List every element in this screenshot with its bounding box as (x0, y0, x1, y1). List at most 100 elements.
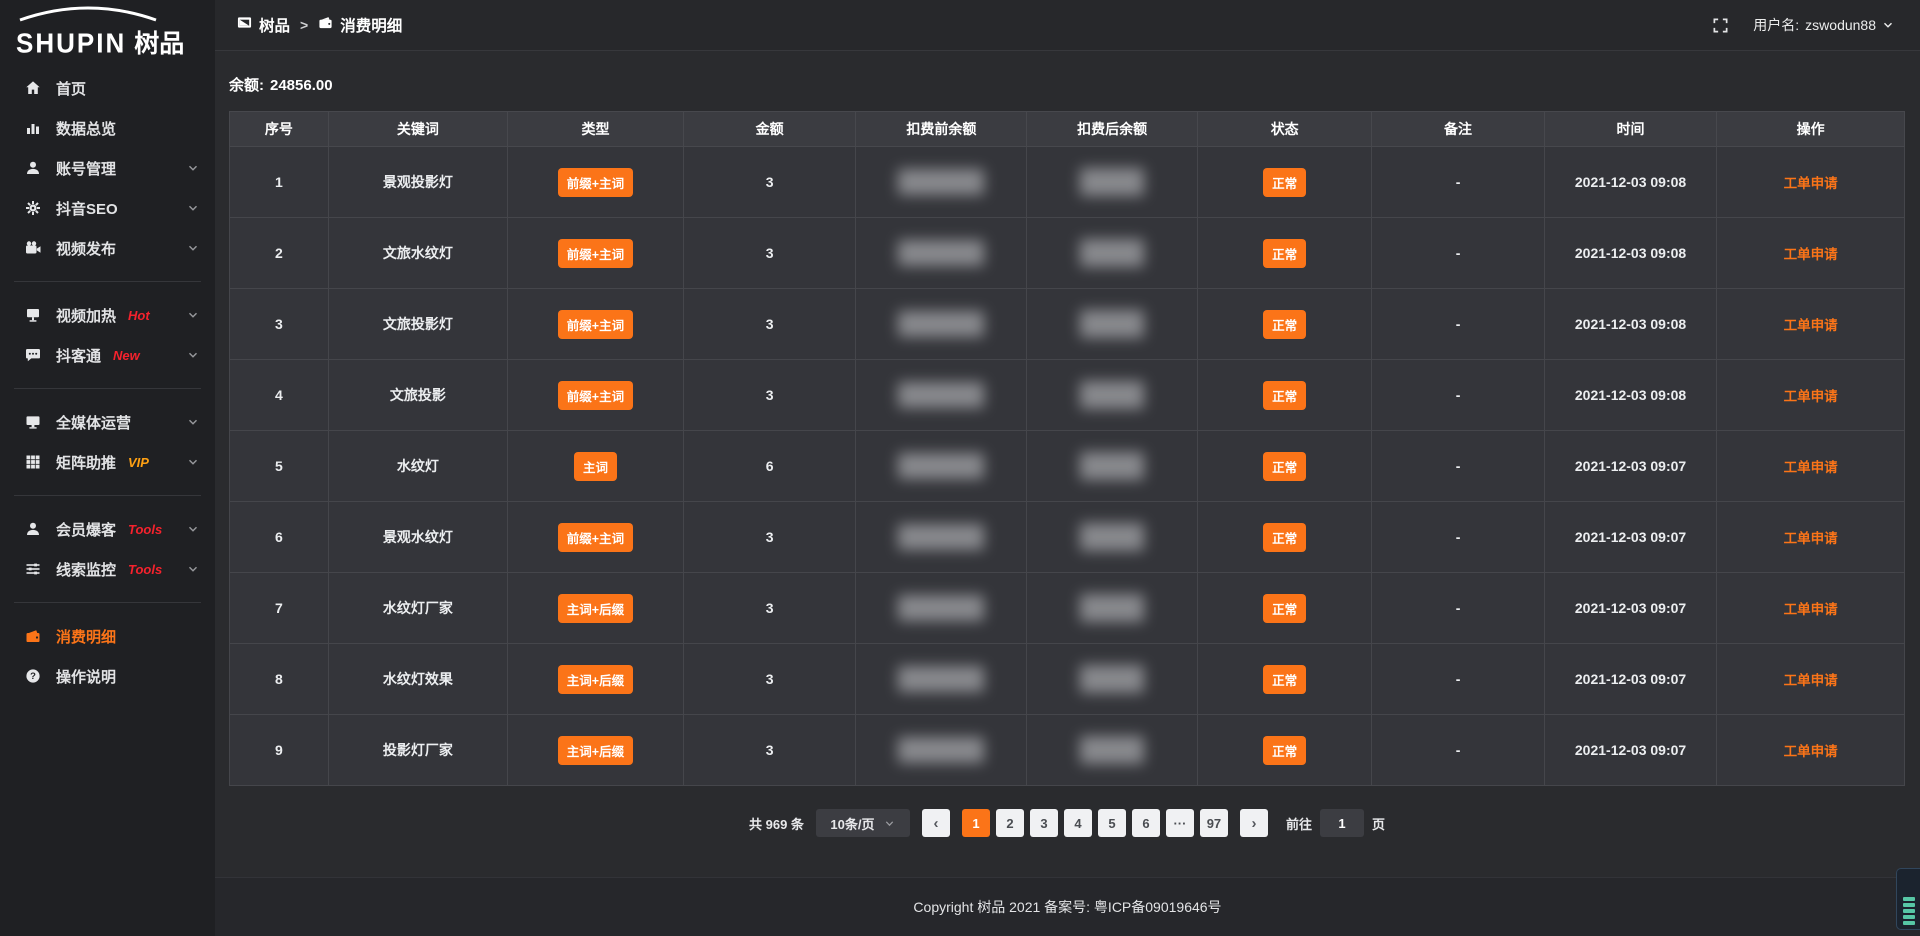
logo-text-cn: 树品 (134, 24, 184, 60)
column-header: 扣费前余额 (856, 112, 1027, 147)
sidebar-item-video-publish[interactable]: 视频发布 (0, 228, 215, 268)
masked-balance-before (898, 595, 984, 621)
sidebar-item-data-overview[interactable]: 数据总览 (0, 108, 215, 148)
pager-page-button-6[interactable]: 6 (1132, 809, 1160, 837)
breadcrumb-current-label: 消费明细 (340, 14, 402, 36)
work-order-link[interactable]: 工单申请 (1784, 318, 1838, 333)
cell-index: 6 (230, 502, 329, 573)
sidebar-item-label: 视频加热 (56, 305, 116, 326)
pager-ellipsis-button[interactable]: ··· (1166, 809, 1194, 837)
sidebar-item-consume-detail[interactable]: 消费明细 (0, 616, 215, 656)
pager-goto: 前往 页 (1286, 809, 1385, 837)
pager-page-button-3[interactable]: 3 (1030, 809, 1058, 837)
cell-amount: 3 (683, 289, 856, 360)
chevron-down-icon (187, 563, 199, 575)
sidebar-item-home[interactable]: 首页 (0, 68, 215, 108)
pager-prev-button[interactable]: ‹ (922, 809, 950, 837)
sidebar-item-label: 操作说明 (56, 666, 116, 687)
sidebar-item-douyin-seo[interactable]: 抖音SEO (0, 188, 215, 228)
work-order-link[interactable]: 工单申请 (1784, 176, 1838, 191)
sidebar-divider (14, 281, 201, 282)
work-order-link[interactable]: 工单申请 (1784, 389, 1838, 404)
cell-type: 前缀+主词 (508, 502, 684, 573)
work-order-link[interactable]: 工单申请 (1784, 460, 1838, 475)
status-badge: 正常 (1263, 310, 1306, 339)
sidebar-item-douketong[interactable]: 抖客通New (0, 335, 215, 375)
status-badge: 正常 (1263, 381, 1306, 410)
cell-type: 主词+后缀 (508, 573, 684, 644)
breadcrumb-root[interactable]: 树品 (237, 14, 290, 36)
fullscreen-icon[interactable] (1712, 17, 1729, 34)
cell-remark: - (1372, 147, 1545, 218)
cell-type: 主词+后缀 (508, 644, 684, 715)
cell-keyword: 水纹灯厂家 (328, 573, 507, 644)
pager-next-button[interactable]: › (1240, 809, 1268, 837)
goto-page-input[interactable] (1320, 809, 1364, 837)
masked-balance-before (898, 453, 984, 479)
page-size-select[interactable]: 10条/页 (816, 809, 910, 837)
table-row: 4文旅投影前缀+主词3正常-2021-12-03 09:08工单申请 (230, 360, 1905, 431)
pager-page-button-4[interactable]: 4 (1064, 809, 1092, 837)
pager-page-button-97[interactable]: 97 (1200, 809, 1228, 837)
type-badge: 前缀+主词 (558, 168, 633, 197)
cell-balance-before (856, 644, 1027, 715)
sidebar-item-media-operation[interactable]: 全媒体运营 (0, 402, 215, 442)
chevron-down-icon (187, 202, 199, 214)
cell-time: 2021-12-03 09:08 (1544, 147, 1717, 218)
pager-page-button-1[interactable]: 1 (962, 809, 990, 837)
cell-time: 2021-12-03 09:07 (1544, 644, 1717, 715)
floating-widget[interactable] (1896, 868, 1920, 930)
masked-balance-after (1080, 381, 1144, 409)
pager-page-button-5[interactable]: 5 (1098, 809, 1126, 837)
masked-balance-before (898, 169, 984, 195)
cell-type: 前缀+主词 (508, 360, 684, 431)
work-order-link[interactable]: 工单申请 (1784, 247, 1838, 262)
status-badge: 正常 (1263, 452, 1306, 481)
breadcrumb-current[interactable]: 消费明细 (318, 14, 402, 36)
chevron-down-icon (187, 416, 199, 428)
cell-balance-before (856, 573, 1027, 644)
user-menu[interactable]: 用户名: zswodun88 (1753, 15, 1894, 35)
username-label: 用户名: (1753, 15, 1799, 35)
work-order-link[interactable]: 工单申请 (1784, 673, 1838, 688)
breadcrumb: 树品 > 消费明细 (215, 14, 402, 36)
cell-remark: - (1372, 431, 1545, 502)
cell-keyword: 水纹灯 (328, 431, 507, 502)
widget-bar (1903, 909, 1915, 913)
work-order-link[interactable]: 工单申请 (1784, 531, 1838, 546)
table-row: 7水纹灯厂家主词+后缀3正常-2021-12-03 09:07工单申请 (230, 573, 1905, 644)
sidebar-item-matrix-boost[interactable]: 矩阵助推VIP (0, 442, 215, 482)
app-logo: SHUPIN 树品 (0, 0, 215, 62)
chevron-down-icon (1882, 19, 1894, 31)
cell-balance-after (1027, 573, 1198, 644)
sidebar-item-label: 会员爆客 (56, 519, 116, 540)
pager-page-button-2[interactable]: 2 (996, 809, 1024, 837)
masked-balance-before (898, 666, 984, 692)
work-order-link[interactable]: 工单申请 (1784, 602, 1838, 617)
sidebar-item-badge: Tools (128, 562, 162, 577)
sidebar-item-account-manage[interactable]: 账号管理 (0, 148, 215, 188)
svg-text:?: ? (30, 671, 36, 682)
wallet-icon (318, 15, 333, 35)
chevron-down-icon (187, 456, 199, 468)
cell-keyword: 景观水纹灯 (328, 502, 507, 573)
work-order-link[interactable]: 工单申请 (1784, 744, 1838, 759)
cell-time: 2021-12-03 09:08 (1544, 218, 1717, 289)
balance-row: 余额:24856.00 (229, 74, 1905, 95)
column-header: 状态 (1198, 112, 1372, 147)
column-header: 序号 (230, 112, 329, 147)
status-badge: 正常 (1263, 594, 1306, 623)
sidebar-item-member-baoke[interactable]: 会员爆客Tools (0, 509, 215, 549)
home-icon (24, 80, 42, 96)
sidebar-item-help[interactable]: ? 操作说明 (0, 656, 215, 696)
cell-balance-before (856, 431, 1027, 502)
sidebar: SHUPIN 树品 首页数据总览账号管理抖音SEO视频发布视频加热Hot抖客通N… (0, 0, 215, 936)
logo-arc (14, 6, 162, 22)
cell-balance-before (856, 715, 1027, 786)
sidebar-item-video-heat[interactable]: 视频加热Hot (0, 295, 215, 335)
cell-remark: - (1372, 360, 1545, 431)
sidebar-item-clue-monitor[interactable]: 线索监控Tools (0, 549, 215, 589)
cell-status: 正常 (1198, 715, 1372, 786)
table-row: 8水纹灯效果主词+后缀3正常-2021-12-03 09:07工单申请 (230, 644, 1905, 715)
table-body: 1景观投影灯前缀+主词3正常-2021-12-03 09:08工单申请2文旅水纹… (230, 147, 1905, 786)
